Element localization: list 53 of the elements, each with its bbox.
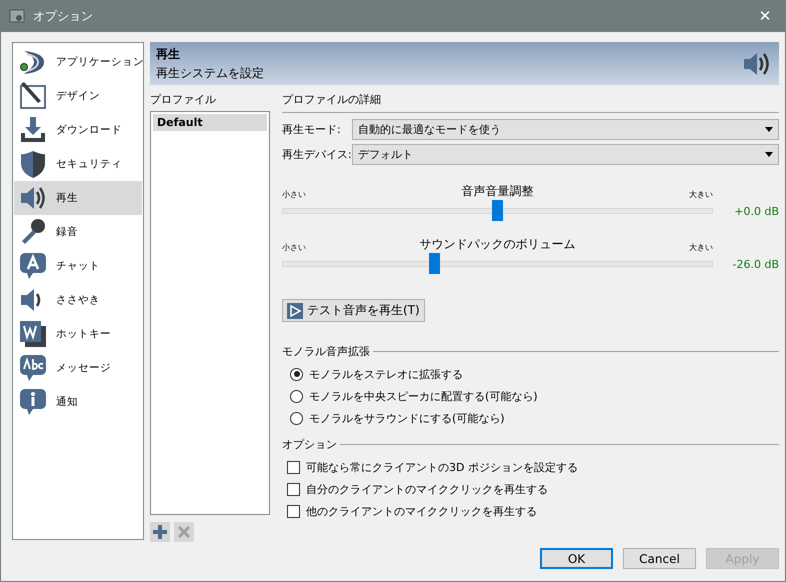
add-button[interactable] [150, 522, 170, 542]
gear-window-icon [9, 8, 25, 24]
document-icon [18, 319, 48, 349]
page-subtitle: 再生システムを設定 [156, 64, 264, 82]
min-label: 小さい [282, 242, 306, 253]
window-title: オプション [33, 8, 94, 24]
category-item[interactable]: 通知 [14, 385, 142, 419]
category-item[interactable]: デザイン [14, 79, 142, 113]
radio-option[interactable]: モノラルをサラウンドにする(可能なら) [282, 407, 779, 429]
info-bubble-icon [18, 387, 48, 417]
checkbox-option[interactable]: 他のクライアントのマイククリックを再生する [282, 500, 779, 522]
slider-thumb[interactable] [428, 253, 440, 274]
volume-reading: -26.0 dB [732, 258, 779, 270]
category-item[interactable]: ダウンロード [14, 113, 142, 147]
close-button[interactable]: ✕ [745, 0, 785, 32]
field-label: 再生デバイス: [282, 147, 349, 162]
min-label: 小さい [282, 189, 306, 200]
radio-option[interactable]: モノラルを中央スピーカに配置する(可能なら) [282, 385, 779, 407]
slider-thumb[interactable] [492, 200, 502, 221]
category-item[interactable]: メッセージ [14, 351, 142, 385]
profile-label: プロファイル [150, 92, 217, 107]
category-item[interactable]: アプリケーション [14, 45, 142, 79]
dropdown[interactable]: 自動的に最適なモードを使う [352, 119, 779, 140]
speech-bubble-icon [18, 353, 48, 383]
play-test-button[interactable]: テスト音声を再生(T) [282, 299, 425, 322]
radio-option[interactable]: モノラルをステレオに拡張する [282, 363, 779, 385]
shield-icon [18, 149, 48, 179]
volume-reading: +0.0 dB [733, 204, 779, 218]
checkbox-option[interactable]: 可能なら常にクライアントの3D ポジションを設定する [282, 456, 779, 478]
slider-title: 音声音量調整 [460, 183, 534, 200]
section-label: モノラル音声拡張 [282, 344, 370, 359]
category-item[interactable]: チャット [14, 249, 142, 283]
section-label: オプション [282, 437, 337, 452]
chat-bubble-icon [18, 251, 48, 281]
category-item[interactable]: セキュリティ [14, 147, 142, 181]
category-item[interactable]: 録音 [14, 215, 142, 249]
slider-title: サウンドパックのボリューム [418, 236, 576, 253]
category-item[interactable]: ささやき [14, 283, 142, 317]
checkbox-option[interactable]: 自分のクライアントのマイククリックを再生する [282, 478, 779, 500]
dialog-button[interactable]: Cancel [623, 548, 696, 569]
download-icon [18, 115, 48, 145]
category-item[interactable]: 再生 [14, 181, 142, 215]
page-title: 再生 [156, 46, 181, 62]
field-label: 再生モード: [282, 122, 342, 137]
profile-item[interactable]: Default [153, 114, 267, 131]
max-label: 大きい [689, 189, 713, 200]
section-label: プロファイルの詳細 [282, 93, 381, 106]
pen-icon [18, 81, 48, 111]
dropdown[interactable]: デフォルト [352, 144, 779, 165]
dialog-button[interactable]: OK [540, 548, 613, 569]
category-item[interactable]: ホットキー [14, 317, 142, 351]
play-icon [287, 302, 303, 318]
max-label: 大きい [689, 242, 713, 253]
